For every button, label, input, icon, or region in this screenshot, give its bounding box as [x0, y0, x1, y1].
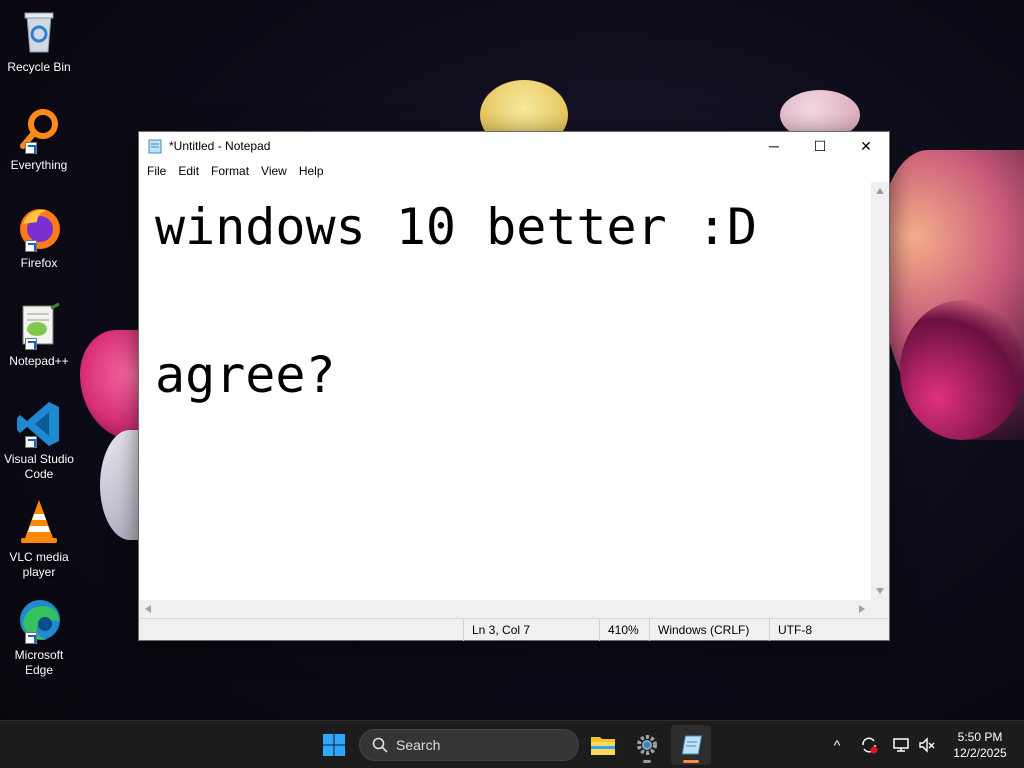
taskbar-settings[interactable]	[627, 725, 667, 765]
wallpaper-shape	[900, 300, 1024, 440]
scrollbar-corner	[871, 600, 889, 618]
menu-format[interactable]: Format	[205, 164, 255, 178]
desktop-icon-label: Visual Studio Code	[4, 452, 74, 481]
folder-icon	[591, 737, 615, 755]
gear-icon	[637, 735, 657, 755]
desktop-icon-vlc[interactable]: VLC media player	[2, 498, 76, 580]
desktop-icon-label: Firefox	[20, 256, 58, 270]
text-editor-area[interactable]: windows 10 better :D agree?	[139, 182, 871, 600]
desktop-icon-label: VLC media player	[9, 550, 69, 579]
shortcut-arrow-icon	[25, 632, 37, 644]
status-cursor-position: Ln 3, Col 7	[463, 619, 530, 641]
desktop-icon-edge[interactable]: Microsoft Edge	[2, 596, 76, 678]
shortcut-arrow-icon	[25, 436, 37, 448]
desktop-icon-label: Microsoft Edge	[14, 648, 64, 677]
everything-search-icon	[15, 106, 63, 154]
desktop-icon-recycle-bin[interactable]: Recycle Bin	[2, 8, 76, 75]
desktop-icon-notepadplusplus[interactable]: Notepad++	[2, 302, 76, 369]
taskbar-notepad[interactable]	[671, 725, 711, 765]
sync-status-icon[interactable]	[856, 721, 882, 768]
taskbar: Search ^ 5:50 PM 12/2/2025	[0, 720, 1024, 768]
edge-icon	[15, 596, 63, 644]
close-button[interactable]: ✕	[843, 132, 889, 160]
notepad-app-icon	[681, 735, 703, 755]
desktop-icon-vscode[interactable]: Visual Studio Code	[2, 400, 76, 482]
status-zoom: 410%	[599, 619, 639, 641]
shortcut-arrow-icon	[25, 240, 37, 252]
clock-date: 12/2/2025	[953, 746, 1007, 760]
notepad-window[interactable]: *Untitled - Notepad ─ ☐ ✕ File Edit Form…	[138, 131, 890, 641]
vertical-scrollbar[interactable]	[871, 182, 889, 600]
status-bar: Ln 3, Col 7 410% Windows (CRLF) UTF-8	[139, 618, 889, 641]
menu-view[interactable]: View	[255, 164, 293, 178]
notepadplusplus-icon	[15, 302, 63, 350]
horizontal-scrollbar[interactable]	[139, 600, 871, 618]
volume-muted-icon[interactable]	[914, 721, 940, 768]
menu-bar: File Edit Format View Help	[139, 160, 889, 182]
vscode-icon	[15, 400, 63, 448]
active-indicator	[683, 760, 699, 763]
windows-logo-icon	[323, 734, 345, 756]
recycle-bin-icon	[15, 8, 63, 56]
scroll-up-arrow-icon[interactable]	[876, 188, 884, 194]
desktop-icon-everything[interactable]: Everything	[2, 106, 76, 173]
start-button[interactable]	[314, 725, 354, 765]
maximize-button[interactable]: ☐	[797, 132, 843, 160]
search-icon	[372, 737, 388, 753]
desktop-icon-label: Recycle Bin	[7, 60, 71, 74]
scroll-right-arrow-icon[interactable]	[859, 605, 865, 613]
title-bar[interactable]: *Untitled - Notepad ─ ☐ ✕	[139, 132, 889, 160]
search-label: Search	[396, 737, 441, 753]
shortcut-arrow-icon	[25, 338, 37, 350]
firefox-icon	[15, 204, 63, 252]
scroll-left-arrow-icon[interactable]	[145, 605, 151, 613]
running-indicator	[643, 760, 651, 763]
show-hidden-icons-button[interactable]: ^	[826, 721, 848, 768]
taskbar-search[interactable]: Search	[359, 729, 579, 761]
taskbar-file-explorer[interactable]	[583, 725, 623, 765]
desktop-icon-label: Notepad++	[9, 354, 69, 368]
network-icon[interactable]	[888, 721, 914, 768]
clock-time: 5:50 PM	[957, 730, 1003, 744]
notepad-app-icon	[147, 138, 163, 154]
menu-edit[interactable]: Edit	[172, 164, 205, 178]
window-title: *Untitled - Notepad	[169, 139, 271, 153]
status-encoding: UTF-8	[769, 619, 812, 641]
menu-help[interactable]: Help	[293, 164, 330, 178]
status-line-ending: Windows (CRLF)	[649, 619, 749, 641]
minimize-button[interactable]: ─	[751, 132, 797, 160]
vlc-cone-icon	[15, 498, 63, 546]
desktop-icon-firefox[interactable]: Firefox	[2, 204, 76, 271]
desktop-icon-label: Everything	[10, 158, 68, 172]
menu-file[interactable]: File	[141, 164, 172, 178]
scroll-down-arrow-icon[interactable]	[876, 588, 884, 594]
taskbar-clock[interactable]: 5:50 PM 12/2/2025	[942, 729, 1018, 761]
shortcut-arrow-icon	[25, 142, 37, 154]
